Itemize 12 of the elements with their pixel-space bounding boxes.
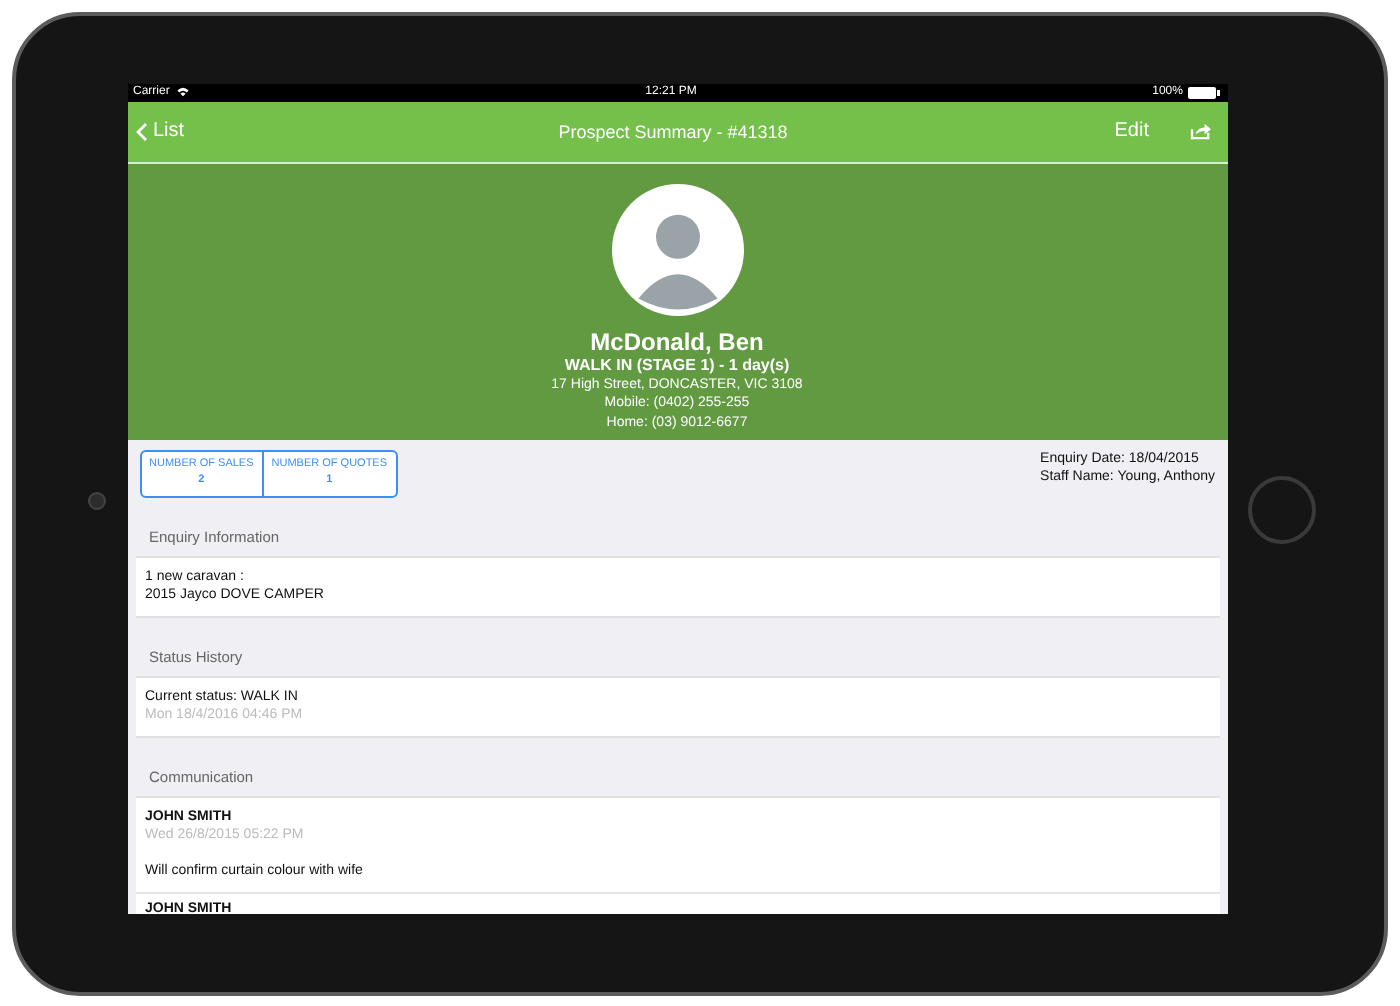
edit-button[interactable]: Edit [1114,120,1149,142]
screen-title: Prospect Summary - #41318 [558,121,788,141]
battery-icon [1188,85,1221,99]
camera-icon [88,491,106,509]
back-button[interactable]: List [135,120,275,142]
home-button[interactable] [1248,475,1316,543]
share-icon[interactable] [1189,122,1211,140]
stage-label: WALK IN (STAGE 1) - 1 day(s) [564,355,790,375]
contact-name: McDonald, Ben [590,327,764,355]
wifi-icon [175,86,190,98]
chevron-left-icon [135,121,147,141]
avatar-silhouette [611,183,743,315]
